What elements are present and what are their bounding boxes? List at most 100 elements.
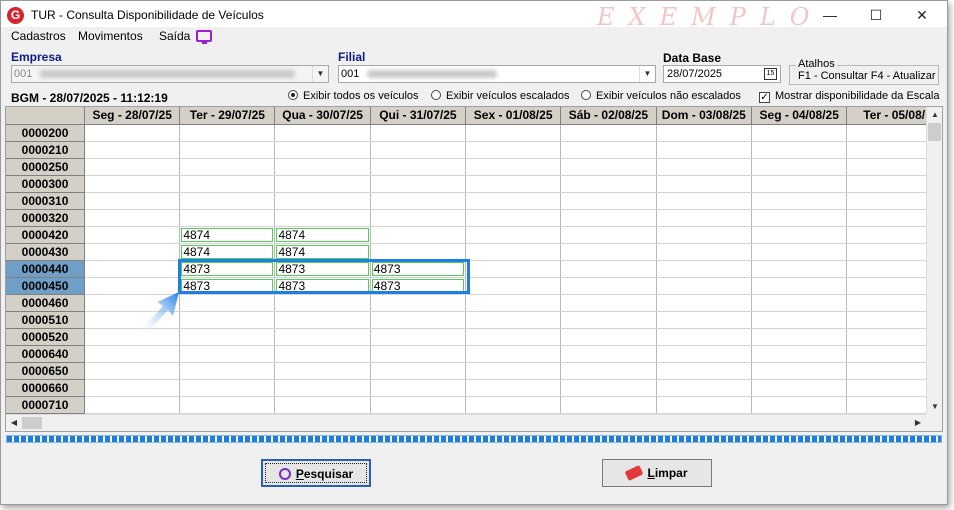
grid-cell[interactable] (370, 175, 467, 193)
checkbox-disponibilidade-escala[interactable]: ✓ Mostrar disponibilidade da Escala (759, 90, 939, 103)
column-header[interactable]: Qua - 30/07/25 (274, 107, 371, 125)
grid-cell[interactable] (751, 192, 848, 210)
grid-cell[interactable] (370, 362, 467, 380)
grid-cell[interactable] (560, 396, 657, 414)
grid-cell[interactable] (465, 294, 562, 312)
grid-cell[interactable] (179, 124, 276, 142)
grid-cell[interactable] (656, 175, 753, 193)
grid-cell[interactable] (465, 260, 562, 278)
grid-cell[interactable] (560, 328, 657, 346)
radio-icon[interactable] (581, 90, 591, 100)
grid-cell[interactable] (370, 328, 467, 346)
table-row[interactable]: 0000250 (6, 158, 942, 176)
grid-cell[interactable] (84, 226, 181, 244)
column-header[interactable]: Qui - 31/07/25 (370, 107, 467, 125)
grid-cell[interactable] (656, 192, 753, 210)
grid-cell[interactable] (751, 124, 848, 142)
grid-cell[interactable] (84, 141, 181, 159)
grid-cell[interactable] (656, 379, 753, 397)
grid-cell[interactable] (274, 141, 371, 159)
row-header-vehicle[interactable]: 0000200 (6, 124, 86, 142)
grid-cell[interactable] (179, 328, 276, 346)
grid-cell[interactable] (465, 328, 562, 346)
column-header[interactable]: Sáb - 02/08/25 (560, 107, 657, 125)
scroll-thumb[interactable] (928, 123, 941, 141)
row-header-vehicle[interactable]: 0000420 (6, 226, 86, 244)
row-header-vehicle[interactable]: 0000300 (6, 175, 86, 193)
grid-cell[interactable]: 4874 (179, 243, 276, 261)
grid-cell[interactable] (370, 226, 467, 244)
grid-cell[interactable] (751, 243, 848, 261)
hscroll-thumb[interactable] (22, 417, 42, 429)
grid-cell[interactable] (370, 396, 467, 414)
grid-cell[interactable] (84, 192, 181, 210)
grid-cell[interactable] (274, 311, 371, 329)
grid-cell[interactable] (560, 277, 657, 295)
allocation-value[interactable]: 4874 (276, 227, 369, 242)
grid-cell[interactable] (274, 379, 371, 397)
grid-cell[interactable] (179, 345, 276, 363)
allocation-value[interactable]: 4874 (181, 227, 274, 242)
grid-cell[interactable] (465, 243, 562, 261)
grid-cell[interactable] (465, 396, 562, 414)
allocation-value[interactable]: 4873 (276, 261, 369, 276)
limpar-button[interactable]: Limpar (602, 459, 712, 487)
grid-cell[interactable] (465, 175, 562, 193)
grid-cell[interactable] (84, 345, 181, 363)
row-header-vehicle[interactable]: 0000640 (6, 345, 86, 363)
grid-cell[interactable] (656, 209, 753, 227)
grid-cell[interactable] (179, 192, 276, 210)
grid-cell[interactable] (179, 396, 276, 414)
grid-cell[interactable] (560, 141, 657, 159)
grid-cell[interactable] (84, 379, 181, 397)
row-header-vehicle[interactable]: 0000660 (6, 379, 86, 397)
grid-cell[interactable] (84, 158, 181, 176)
vertical-scrollbar[interactable]: ▲ ▼ (926, 107, 942, 415)
allocation-value[interactable]: 4874 (276, 244, 369, 259)
grid-cell[interactable] (560, 260, 657, 278)
grid-cell[interactable] (560, 226, 657, 244)
grid-cell[interactable] (179, 141, 276, 159)
availability-grid[interactable]: Seg - 28/07/25 Ter - 29/07/25 Qua - 30/07/… (5, 106, 943, 432)
checkmark-icon[interactable]: ✓ (759, 92, 770, 103)
grid-cell[interactable]: 4874 (179, 226, 276, 244)
calendar-icon[interactable]: 15 (764, 68, 777, 80)
grid-cell[interactable] (274, 175, 371, 193)
chevron-down-icon[interactable]: ▼ (639, 66, 655, 82)
grid-cell[interactable] (751, 379, 848, 397)
grid-cell[interactable] (560, 311, 657, 329)
grid-cell[interactable] (656, 260, 753, 278)
grid-cell[interactable] (656, 124, 753, 142)
scroll-up-icon[interactable]: ▲ (927, 107, 942, 123)
grid-cell[interactable] (84, 362, 181, 380)
grid-cell[interactable] (656, 345, 753, 363)
allocation-value[interactable]: 4873 (371, 261, 464, 276)
allocation-value[interactable]: 4873 (371, 278, 464, 293)
grid-cell[interactable] (465, 192, 562, 210)
row-header-vehicle[interactable]: 0000210 (6, 141, 86, 159)
grid-cell[interactable]: 4873 (274, 260, 371, 278)
grid-cell[interactable] (370, 311, 467, 329)
grid-cell[interactable] (274, 396, 371, 414)
grid-cell[interactable] (751, 260, 848, 278)
row-header-vehicle[interactable]: 0000450 (6, 277, 86, 295)
grid-cell[interactable] (274, 362, 371, 380)
grid-cell[interactable] (465, 277, 562, 295)
grid-cell[interactable] (656, 294, 753, 312)
row-header-vehicle[interactable]: 0000460 (6, 294, 86, 312)
grid-cell[interactable] (751, 294, 848, 312)
grid-cell[interactable] (751, 362, 848, 380)
scroll-left-icon[interactable]: ◀ (6, 415, 22, 431)
radio-selected-icon[interactable] (288, 90, 298, 100)
row-header-vehicle[interactable]: 0000320 (6, 209, 86, 227)
row-header-vehicle[interactable]: 0000250 (6, 158, 86, 176)
table-row[interactable]: 0000440 4873 4873 4873 (6, 260, 942, 278)
grid-cell[interactable] (370, 345, 467, 363)
grid-cell[interactable] (465, 141, 562, 159)
grid-cell[interactable] (179, 311, 276, 329)
grid-cell[interactable] (751, 396, 848, 414)
grid-cell[interactable] (465, 226, 562, 244)
grid-cell[interactable] (751, 175, 848, 193)
grid-cell[interactable] (84, 396, 181, 414)
data-base-input[interactable]: 28/07/2025 15 (663, 65, 781, 83)
